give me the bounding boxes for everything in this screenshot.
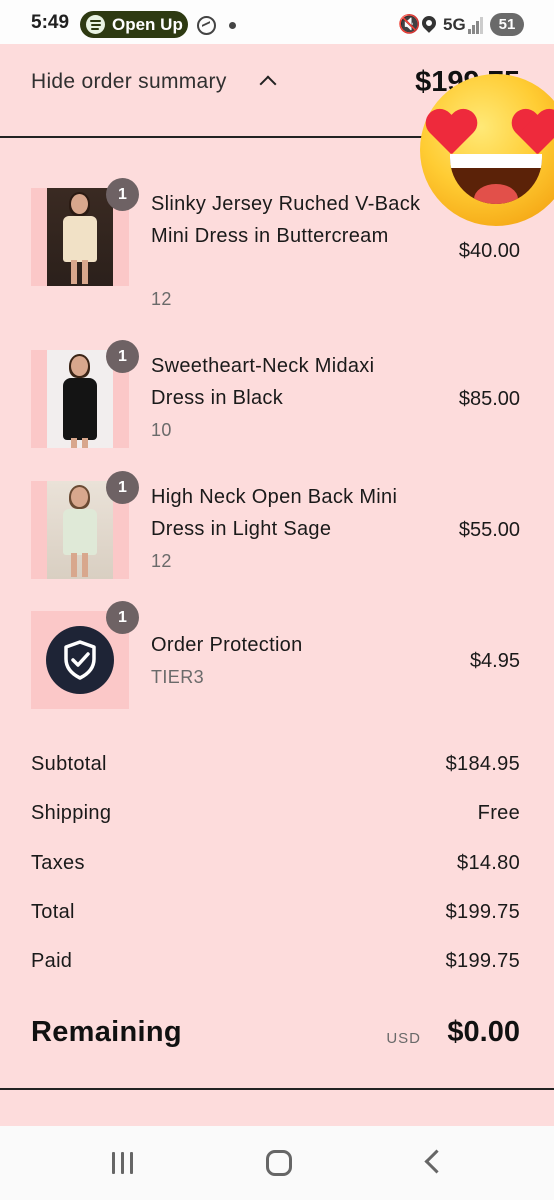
paid-label: Paid xyxy=(31,950,73,972)
quantity-badge: 1 xyxy=(106,471,139,504)
heart-eye-right-icon xyxy=(510,110,554,160)
system-navigation-bar xyxy=(0,1126,554,1200)
shipping-value: Free xyxy=(477,802,520,824)
currency-code: USD xyxy=(386,1030,421,1047)
taxes-row: Taxes $14.80 xyxy=(31,852,520,882)
quantity-badge: 1 xyxy=(106,601,139,634)
signal-icon xyxy=(468,16,486,34)
dress-photo xyxy=(47,481,113,579)
messenger-icon xyxy=(197,16,216,35)
order-protection-shield-icon xyxy=(46,626,114,694)
item-variant: TIER3 xyxy=(151,667,205,687)
subtotal-value: $184.95 xyxy=(445,753,520,775)
total-label: Total xyxy=(31,901,75,923)
hide-order-summary-link[interactable]: Hide order summary xyxy=(31,70,227,94)
status-bar: 5:49 Open Up 🔇 5G 51 xyxy=(0,0,554,44)
now-playing-label: Open Up xyxy=(112,15,183,34)
quantity-badge: 1 xyxy=(106,340,139,373)
back-icon[interactable] xyxy=(424,1149,449,1174)
spotify-icon xyxy=(86,15,105,34)
status-time: 5:49 xyxy=(31,12,70,33)
chevron-up-icon xyxy=(259,75,277,93)
remaining-value: $0.00 xyxy=(447,1016,520,1048)
location-icon xyxy=(419,13,439,33)
taxes-label: Taxes xyxy=(31,852,85,874)
network-type: 5G xyxy=(443,15,466,34)
dress-photo xyxy=(47,350,113,448)
dress-photo xyxy=(47,188,113,286)
subtotal-row: Subtotal $184.95 xyxy=(31,753,520,783)
item-price: $4.95 xyxy=(469,650,520,672)
total-value: $199.75 xyxy=(445,901,520,923)
line-item: 1 High Neck Open Back Mini Dress in Ligh… xyxy=(0,471,554,591)
shipping-row: Shipping Free xyxy=(31,802,520,832)
taxes-value: $14.80 xyxy=(457,852,520,874)
quantity-badge: 1 xyxy=(106,178,139,211)
battery-indicator: 51 xyxy=(490,13,524,36)
paid-row: Paid $199.75 xyxy=(31,950,520,980)
heart-eye-left-icon xyxy=(424,110,478,160)
recent-apps-icon[interactable] xyxy=(112,1152,136,1174)
mute-icon: 🔇 xyxy=(398,14,421,35)
more-notifications-dot-icon xyxy=(229,22,236,29)
paid-value: $199.75 xyxy=(445,950,520,972)
item-title: Slinky Jersey Ruched V-Back Mini Dress i… xyxy=(151,193,421,247)
total-row: Total $199.75 xyxy=(31,901,520,931)
line-item: 1 Order Protection TIER3 $4.95 xyxy=(0,601,554,711)
item-title: Order Protection xyxy=(151,634,303,656)
item-price: $55.00 xyxy=(458,519,520,541)
home-icon[interactable] xyxy=(266,1150,292,1176)
shipping-label: Shipping xyxy=(31,802,112,824)
item-variant: 12 xyxy=(151,551,172,571)
remaining-label: Remaining xyxy=(31,1016,182,1048)
line-item: 1 Sweetheart-Neck Midaxi Dress in Black … xyxy=(0,340,554,460)
subtotal-label: Subtotal xyxy=(31,753,107,775)
divider xyxy=(0,1088,554,1090)
order-summary-panel: Hide order summary $199.75 1 Slinky Jers… xyxy=(0,44,554,1126)
item-title: Sweetheart-Neck Midaxi Dress in Black xyxy=(151,355,375,409)
item-variant: 10 xyxy=(151,420,172,440)
item-variant: 12 xyxy=(151,289,172,309)
item-title: High Neck Open Back Mini Dress in Light … xyxy=(151,486,398,540)
emoji-mouth xyxy=(450,154,542,204)
item-price: $85.00 xyxy=(458,388,520,410)
item-price: $40.00 xyxy=(458,240,520,262)
